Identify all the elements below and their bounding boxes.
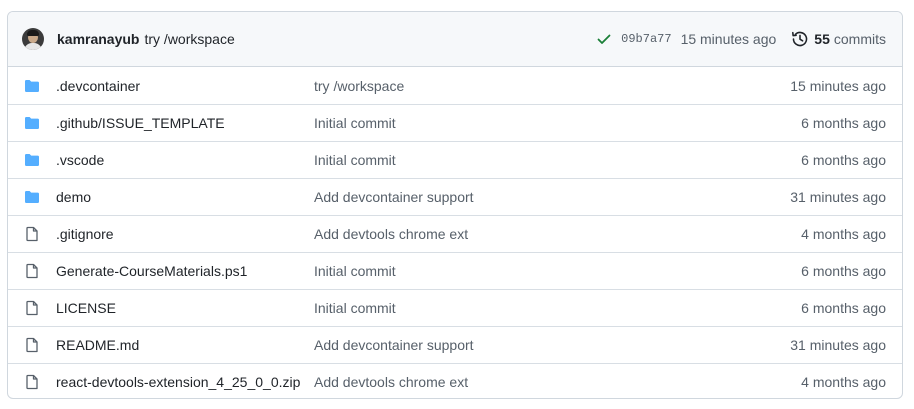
latest-commit-bar: kamranayub try /workspace 09b7a77 15 min… <box>8 12 902 67</box>
file-commit-message-link[interactable]: Initial commit <box>314 300 801 316</box>
file-commit-age: 6 months ago <box>801 263 886 279</box>
file-row[interactable]: LICENSE Initial commit 6 months ago <box>8 289 902 326</box>
file-icon <box>24 337 40 353</box>
folder-icon <box>24 189 40 205</box>
file-commit-age: 4 months ago <box>801 226 886 242</box>
file-name-link[interactable]: demo <box>56 189 314 205</box>
file-icon <box>24 263 40 279</box>
file-commit-message-link[interactable]: try /workspace <box>314 78 790 94</box>
file-icon <box>24 226 40 242</box>
file-commit-age: 6 months ago <box>801 152 886 168</box>
file-row[interactable]: .gitignore Add devtools chrome ext 4 month… <box>8 215 902 252</box>
file-commit-message-link[interactable]: Initial commit <box>314 263 801 279</box>
file-commit-age: 31 minutes ago <box>790 189 886 205</box>
file-row[interactable]: README.md Add devcontainer support 31 minu… <box>8 326 902 363</box>
file-name-link[interactable]: LICENSE <box>56 300 314 316</box>
file-browser: kamranayub try /workspace 09b7a77 15 min… <box>7 11 903 399</box>
file-row[interactable]: .devcontainer try /workspace 15 minutes ag… <box>8 67 902 104</box>
file-name-link[interactable]: .devcontainer <box>56 78 314 94</box>
file-name-link[interactable]: Generate-CourseMaterials.ps1 <box>56 263 314 279</box>
file-commit-message-link[interactable]: Initial commit <box>314 152 801 168</box>
file-commit-message-link[interactable]: Add devtools chrome ext <box>314 226 801 242</box>
commits-link[interactable]: 55 commits <box>791 30 886 48</box>
commit-message-link[interactable]: try /workspace <box>144 31 234 47</box>
file-row[interactable]: demo Add devcontainer support 31 minutes a… <box>8 178 902 215</box>
folder-icon <box>24 78 40 94</box>
file-commit-message-link[interactable]: Add devtools chrome ext <box>314 374 801 390</box>
file-icon <box>24 300 40 316</box>
file-row[interactable]: Generate-CourseMaterials.ps1 Initial comm… <box>8 252 902 289</box>
check-icon[interactable] <box>596 31 612 47</box>
file-commit-age: 4 months ago <box>801 374 886 390</box>
file-name-link[interactable]: README.md <box>56 337 314 353</box>
file-commit-message-link[interactable]: Initial commit <box>314 115 801 131</box>
file-list: .devcontainer try /workspace 15 minutes ag… <box>8 67 902 398</box>
file-commit-message-link[interactable]: Add devcontainer support <box>314 337 790 353</box>
file-icon <box>24 374 40 390</box>
file-name-link[interactable]: react-devtools-extension_4_25_0_0.zip <box>56 374 314 390</box>
folder-icon <box>24 115 40 131</box>
history-icon <box>791 30 814 48</box>
commit-sha-link[interactable]: 09b7a77 <box>621 32 671 46</box>
file-commit-age: 6 months ago <box>801 300 886 316</box>
file-row[interactable]: react-devtools-extension_4_25_0_0.zip Add… <box>8 363 902 398</box>
avatar[interactable] <box>22 28 44 50</box>
commit-time: 15 minutes ago <box>680 31 777 47</box>
file-commit-age: 6 months ago <box>801 115 886 131</box>
commit-count: 55 <box>814 31 830 47</box>
file-row[interactable]: .vscode Initial commit 6 months ago <box>8 141 902 178</box>
file-commit-age: 31 minutes ago <box>790 337 886 353</box>
commit-author-link[interactable]: kamranayub <box>57 31 139 47</box>
folder-icon <box>24 152 40 168</box>
file-commit-age: 15 minutes ago <box>790 77 886 94</box>
file-commit-message-link[interactable]: Add devcontainer support <box>314 189 790 205</box>
file-name-link[interactable]: .gitignore <box>56 226 314 242</box>
commits-label: commits <box>833 31 886 47</box>
file-row[interactable]: .github/ISSUE_TEMPLATE Initial commit 6 mo… <box>8 104 902 141</box>
file-name-link[interactable]: .vscode <box>56 152 314 168</box>
file-name-link[interactable]: .github/ISSUE_TEMPLATE <box>56 115 314 131</box>
